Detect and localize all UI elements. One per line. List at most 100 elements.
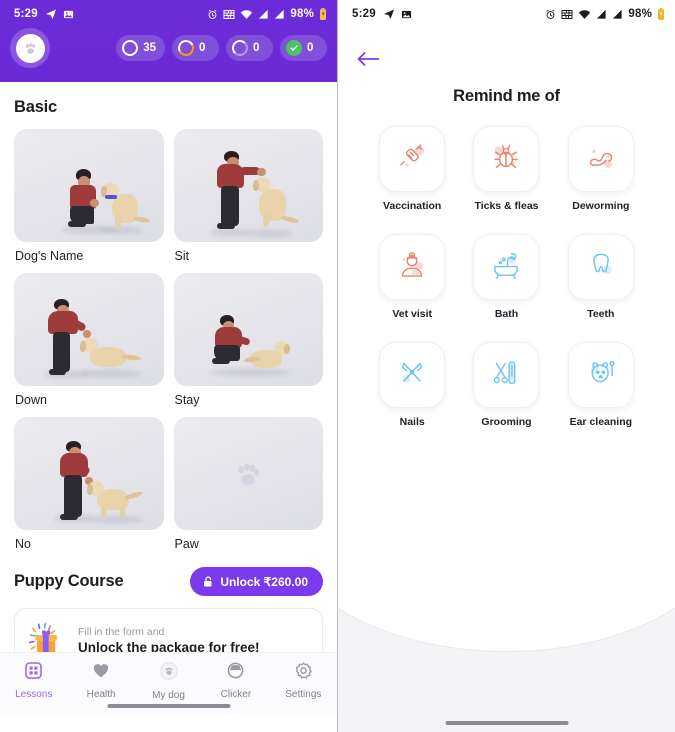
nav-label: Settings xyxy=(285,689,322,700)
reminder-cell: Nails xyxy=(370,342,454,428)
lesson-thumbnail xyxy=(14,129,164,242)
arrow-left-icon[interactable] xyxy=(356,52,380,72)
alarm-icon xyxy=(207,9,218,20)
lesson-label: Stay xyxy=(174,393,200,407)
lesson-card[interactable]: Down xyxy=(14,273,164,407)
reminder-label: Teeth xyxy=(587,308,615,320)
signal-1-icon xyxy=(596,9,607,20)
reminder-tile-nails[interactable] xyxy=(379,342,446,408)
reminder-label: Vet visit xyxy=(392,308,433,320)
badge-pending[interactable]: 0 xyxy=(226,35,273,61)
battery-icon xyxy=(319,8,327,20)
lesson-card[interactable]: Dog's Name xyxy=(14,129,164,263)
reminders-grid: Vaccination Ticks & fleas Deworming Vet … xyxy=(338,126,675,428)
lesson-label: Paw xyxy=(174,537,199,551)
lesson-card[interactable]: Paw xyxy=(173,417,324,551)
unlock-button[interactable]: Unlock ₹260.00 xyxy=(190,567,323,596)
reminder-label: Bath xyxy=(494,308,519,320)
reminder-cell: Deworming xyxy=(559,126,643,212)
vibrate-icon xyxy=(223,9,235,20)
nav-item-settings[interactable]: Settings xyxy=(270,661,337,700)
nav-item-lessons[interactable]: Lessons xyxy=(0,661,67,700)
reminder-label: Ear cleaning xyxy=(569,416,633,428)
home-indicator xyxy=(107,704,230,708)
reminder-tile-ear-cleaning[interactable] xyxy=(567,342,634,408)
reminder-tile-vaccination[interactable] xyxy=(379,126,446,192)
lesson-label: Down xyxy=(15,393,47,407)
vet-icon xyxy=(393,246,431,289)
reminder-tile-vet-visit[interactable] xyxy=(379,234,446,300)
dog-circle-icon xyxy=(159,661,179,686)
worm-icon xyxy=(582,138,620,181)
signal-2-icon xyxy=(612,9,623,20)
puppy-course-header: Puppy Course Unlock ₹260.00 xyxy=(0,551,337,608)
avatar[interactable] xyxy=(10,28,50,68)
photos-icon xyxy=(401,9,412,20)
lesson-label: Sit xyxy=(174,249,190,263)
bathtub-icon xyxy=(487,246,525,289)
paw-placeholder-icon xyxy=(174,417,324,530)
wifi-icon xyxy=(240,9,253,20)
lesson-label: Dog's Name xyxy=(15,249,84,263)
promo-text: Fill in the form and Unlock the package … xyxy=(78,626,260,655)
badge-total-value: 35 xyxy=(143,42,156,54)
reminder-tile-ticks-fleas[interactable] xyxy=(473,126,540,192)
left-header-wrap: 5:29 98% 35 0 0 0 xyxy=(0,0,337,82)
badge-total[interactable]: 35 xyxy=(116,35,165,61)
nav-item-my-dog[interactable]: My dog xyxy=(135,661,202,701)
battery-percent: 98% xyxy=(290,8,314,20)
lesson-illustration xyxy=(174,273,324,386)
unlock-icon xyxy=(202,575,214,588)
ring-lilac-icon xyxy=(232,40,248,56)
nav-item-clicker[interactable]: Clicker xyxy=(202,661,269,700)
right-phone-screen: 5:29 98% Remind me of Vaccination Ticks … xyxy=(338,0,675,732)
lesson-illustration xyxy=(14,417,164,530)
lesson-illustration xyxy=(174,129,324,242)
syringe-icon xyxy=(393,138,431,181)
clicker-icon xyxy=(226,661,245,685)
reminder-label: Ticks & fleas xyxy=(474,200,539,212)
lesson-thumbnail-placeholder xyxy=(173,417,324,530)
reminder-label: Grooming xyxy=(481,416,532,428)
lesson-card[interactable]: Stay xyxy=(173,273,324,407)
grid-icon xyxy=(24,661,43,685)
nav-label: My dog xyxy=(152,690,185,701)
nav-item-health[interactable]: Health xyxy=(67,661,134,700)
lesson-card[interactable]: Sit xyxy=(173,129,324,263)
reminder-label: Nails xyxy=(399,416,425,428)
nav-label: Clicker xyxy=(220,689,252,700)
left-content: Basic Dog's Name Sit Down Stay No Paw Pu… xyxy=(0,82,337,714)
scissors-comb-icon xyxy=(487,354,525,397)
left-status-bar: 5:29 98% xyxy=(0,0,337,28)
page-title: Remind me of xyxy=(453,87,560,105)
reminder-cell: Vet visit xyxy=(370,234,454,320)
avatar-inner xyxy=(15,33,45,63)
reminder-cell: Ear cleaning xyxy=(559,342,643,428)
battery-icon xyxy=(657,8,665,20)
status-time: 5:29 xyxy=(14,8,38,20)
telegram-icon xyxy=(45,8,57,20)
badge-done[interactable]: 0 xyxy=(280,35,327,61)
status-right-icons: 98% xyxy=(207,8,327,20)
status-left-icons xyxy=(45,8,74,20)
badge-progress[interactable]: 0 xyxy=(172,35,219,61)
lesson-thumbnail xyxy=(14,417,164,530)
reminder-tile-grooming[interactable] xyxy=(473,342,540,408)
nav-label: Lessons xyxy=(15,689,53,700)
left-phone-screen: 5:29 98% 35 0 0 0 Basic Dog's Name Sit D… xyxy=(0,0,338,732)
gear-icon xyxy=(294,661,313,685)
reminder-cell: Bath xyxy=(464,234,548,320)
signal-1-icon xyxy=(258,9,269,20)
reminder-tile-deworming[interactable] xyxy=(567,126,634,192)
reminder-tile-bath[interactable] xyxy=(473,234,540,300)
promo-subtitle: Fill in the form and xyxy=(78,625,165,638)
status-right-icons: 98% xyxy=(545,8,665,20)
profile-header: 35 0 0 0 xyxy=(0,28,337,82)
reminder-tile-teeth[interactable] xyxy=(567,234,634,300)
lesson-card[interactable]: No xyxy=(14,417,164,551)
battery-percent: 98% xyxy=(628,8,652,20)
lesson-illustration xyxy=(14,273,164,386)
ring-orange-icon xyxy=(175,37,197,59)
status-left-icons xyxy=(383,8,412,20)
lesson-thumbnail xyxy=(173,273,324,386)
